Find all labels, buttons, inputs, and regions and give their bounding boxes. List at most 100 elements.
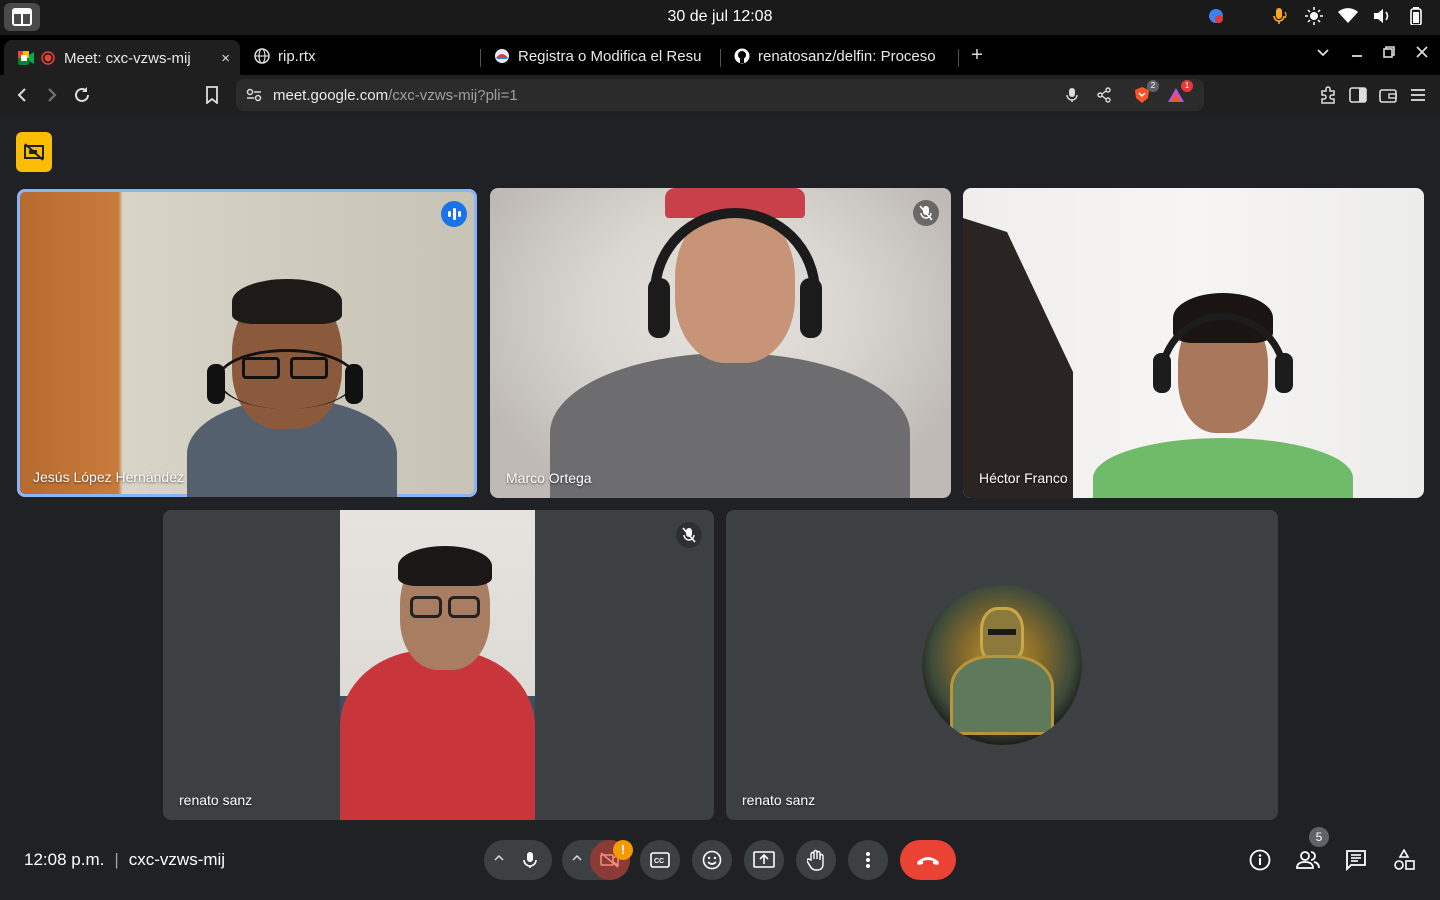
share-icon[interactable] — [1092, 83, 1116, 107]
menu-icon[interactable] — [1406, 83, 1430, 107]
github-icon — [734, 48, 750, 64]
meeting-clock: 12:08 p.m. — [24, 850, 105, 869]
screen-share-indicator-icon[interactable] — [1206, 6, 1226, 26]
activities-shapes-icon — [1394, 849, 1415, 870]
participant-name: Marco Ortega — [506, 470, 592, 486]
site-favicon-icon — [494, 48, 510, 64]
end-call-icon — [917, 857, 939, 865]
participant-video — [1093, 288, 1353, 498]
tab-title: renatosanz/delfin: Proceso — [758, 47, 936, 65]
tab-registra[interactable]: Registra o Modifica el Resu — [480, 40, 716, 72]
recording-indicator-button[interactable] — [16, 132, 52, 172]
reactions-button[interactable] — [692, 840, 732, 880]
battery-icon[interactable] — [1406, 6, 1426, 26]
microphone-icon[interactable] — [523, 851, 537, 869]
tab-separator — [958, 49, 959, 67]
microphone-control[interactable] — [484, 840, 552, 880]
microphone-in-use-icon[interactable] — [1270, 6, 1290, 26]
microphone-permission-icon[interactable] — [1060, 83, 1084, 107]
wallet-icon[interactable] — [1376, 83, 1400, 107]
tab-close-button[interactable]: × — [221, 50, 230, 67]
screen-record-icon — [24, 143, 44, 161]
door-background — [963, 218, 1073, 498]
emoji-icon — [702, 850, 722, 870]
meeting-details: 12:08 p.m. | cxc-vzws-mij — [24, 850, 225, 870]
globe-icon — [254, 48, 270, 64]
shields-badge: 2 — [1147, 80, 1159, 92]
url-text[interactable]: meet.google.com/cxc-vzws-mij?pli=1 — [273, 87, 518, 104]
participant-name: renato sanz — [742, 792, 816, 808]
participant-name: Jesús López Hernández — [33, 469, 184, 485]
forward-button[interactable] — [40, 83, 64, 107]
rewards-badge: 1 — [1181, 80, 1193, 92]
tab-rip-rtx[interactable]: rip.rtx — [240, 40, 476, 72]
chat-icon — [1346, 850, 1366, 871]
extensions-icon[interactable] — [1316, 83, 1340, 107]
browser-tab-strip: Meet: cxc-vzws-mij × rip.rtx Registra o … — [0, 35, 1440, 76]
tab-list-button[interactable] — [1313, 45, 1333, 62]
meeting-separator: | — [114, 850, 119, 869]
os-top-bar: 30 de jul 12:08 — [0, 0, 1440, 35]
recording-dot-icon — [40, 50, 56, 66]
hand-icon — [807, 849, 824, 871]
participant-name: renato sanz — [179, 792, 253, 808]
present-screen-icon — [753, 851, 775, 868]
restore-button[interactable] — [1379, 45, 1399, 62]
participant-tile[interactable]: Marco Ortega — [490, 188, 951, 498]
participant-tile[interactable]: renato sanz — [163, 510, 714, 820]
tab-meet[interactable]: Meet: cxc-vzws-mij × — [4, 40, 240, 76]
chat-button[interactable] — [1344, 848, 1368, 872]
svg-text:CC: CC — [654, 858, 664, 865]
people-icon — [1296, 851, 1320, 869]
bookmark-icon[interactable] — [200, 83, 224, 107]
info-icon — [1249, 849, 1271, 871]
captions-button[interactable]: CC — [640, 840, 680, 880]
google-meet-icon — [18, 50, 34, 66]
leave-call-button[interactable] — [900, 840, 956, 880]
sidebar-icon[interactable] — [1346, 83, 1370, 107]
participant-video — [187, 279, 397, 497]
participant-tile[interactable]: Jesús López Hernández — [17, 189, 477, 497]
system-tray — [1206, 6, 1426, 26]
participant-avatar — [922, 585, 1082, 745]
url-host: meet.google.com — [273, 87, 389, 104]
activities-button[interactable] — [1392, 848, 1416, 872]
reload-button[interactable] — [70, 83, 94, 107]
brave-shields-icon[interactable]: 2 — [1130, 80, 1159, 107]
participant-tile[interactable]: Héctor Franco — [963, 188, 1424, 498]
participant-tile[interactable]: renato sanz — [726, 510, 1278, 820]
back-button[interactable] — [10, 83, 34, 107]
muted-microphone-icon — [913, 200, 939, 226]
new-tab-button[interactable]: + — [966, 44, 988, 66]
close-window-button[interactable] — [1412, 45, 1432, 62]
raise-hand-button[interactable] — [796, 840, 836, 880]
browser-toolbar: meet.google.com/cxc-vzws-mij?pli=1 2 1 — [0, 75, 1440, 115]
people-button[interactable] — [1296, 848, 1320, 872]
more-options-button[interactable] — [848, 840, 888, 880]
more-vertical-icon — [866, 852, 870, 868]
speaking-indicator-icon — [441, 201, 467, 227]
participant-video — [340, 510, 535, 820]
site-settings-icon[interactable] — [242, 83, 266, 107]
minimize-button[interactable] — [1347, 45, 1367, 62]
participant-count-badge: 5 — [1309, 827, 1329, 847]
chevron-up-icon[interactable] — [572, 854, 582, 862]
meeting-info-button[interactable] — [1248, 848, 1272, 872]
tab-github-delfin[interactable]: renatosanz/delfin: Proceso — [720, 40, 956, 72]
wifi-icon[interactable] — [1338, 6, 1358, 26]
participant-name: Héctor Franco — [979, 470, 1068, 486]
tab-title: Registra o Modifica el Resu — [518, 47, 702, 65]
present-button[interactable] — [744, 840, 784, 880]
url-path: /cxc-vzws-mij?pli=1 — [388, 87, 518, 104]
participant-video — [550, 188, 910, 498]
muted-microphone-icon — [676, 522, 702, 548]
closed-captions-icon: CC — [650, 852, 670, 868]
brightness-icon[interactable] — [1304, 6, 1324, 26]
tab-title: rip.rtx — [278, 47, 316, 65]
brave-rewards-icon[interactable]: 1 — [1164, 80, 1193, 107]
meeting-code: cxc-vzws-mij — [128, 850, 226, 869]
camera-warning-badge: ! — [613, 840, 633, 860]
address-bar[interactable]: meet.google.com/cxc-vzws-mij?pli=1 2 1 — [236, 79, 1204, 111]
volume-icon[interactable] — [1372, 6, 1392, 26]
chevron-up-icon[interactable] — [494, 854, 504, 862]
